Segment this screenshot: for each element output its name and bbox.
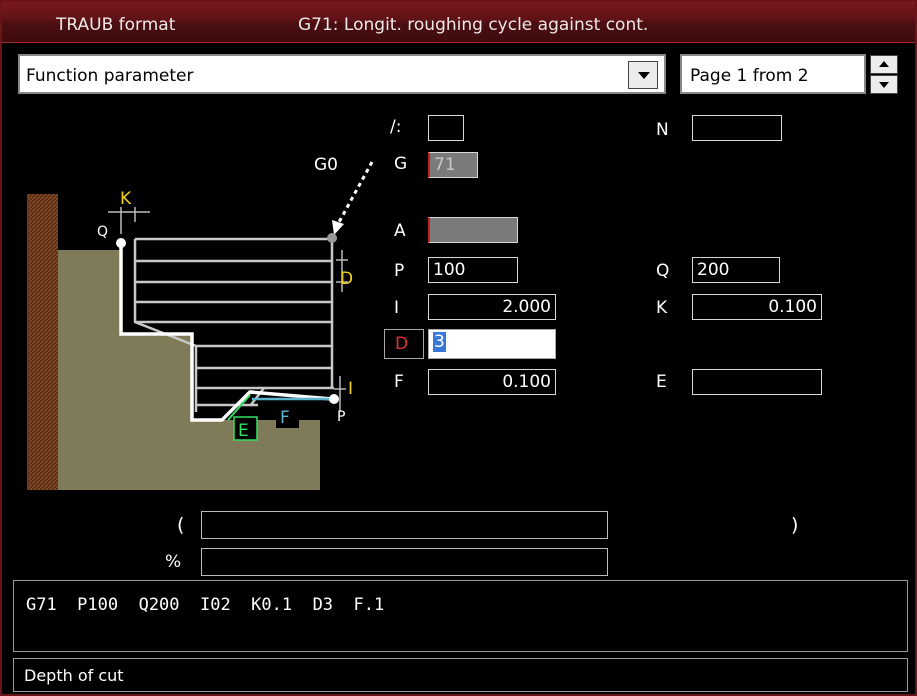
f-field[interactable]: 0.100 (428, 369, 556, 395)
open-paren: ( (177, 514, 185, 536)
label-i: I (394, 298, 400, 318)
label-e: E (656, 372, 667, 392)
label-f: F (280, 408, 290, 428)
i-field[interactable]: 2.000 (428, 294, 556, 320)
label-e: E (238, 421, 249, 441)
status-bar: Depth of cut (13, 658, 908, 692)
n-field[interactable] (692, 115, 782, 141)
cycle-diagram: G0 K Q D I P E F (24, 112, 385, 490)
slash-field[interactable] (428, 115, 464, 141)
start-point (327, 233, 337, 243)
nc-code-text: G71 P100 Q200 I02 K0.1 D3 F.1 (26, 595, 385, 615)
label-q: Q (97, 224, 108, 240)
percent-field[interactable] (201, 548, 608, 576)
label-k: K (120, 189, 132, 209)
nc-code-preview: G71 P100 Q200 I02 K0.1 D3 F.1 (13, 580, 908, 652)
g-field: 71 (428, 152, 478, 178)
close-paren: ) (791, 514, 799, 536)
dropdown-selected-value: Function parameter (26, 66, 194, 86)
label-slash: /: (390, 117, 402, 137)
label-p: P (337, 409, 345, 425)
d-field-value: 3 (433, 332, 446, 352)
label-q: Q (656, 261, 670, 281)
label-d: D (395, 334, 409, 354)
e-field[interactable] (692, 369, 822, 395)
point-q (116, 238, 126, 248)
p-field[interactable]: 100 (428, 257, 518, 283)
percent-label: % (165, 552, 182, 572)
label-p: P (394, 261, 405, 281)
label-f: F (394, 372, 404, 392)
label-d: D (340, 269, 353, 289)
point-p (329, 394, 339, 404)
page-indicator: Page 1 from 2 (680, 54, 866, 94)
status-text: Depth of cut (24, 666, 124, 685)
label-a: A (394, 221, 406, 241)
chuck (27, 194, 58, 490)
label-g0: G0 (314, 155, 338, 175)
q-field[interactable]: 200 (692, 257, 780, 283)
page-down-button[interactable] (870, 75, 898, 94)
page-up-button[interactable] (870, 55, 898, 74)
label-n: N (656, 120, 669, 140)
label-k: K (656, 298, 668, 318)
cycle-window: TRAUB format G71: Longit. roughing cycle… (0, 0, 917, 696)
cycle-title: G71: Longit. roughing cycle against cont… (298, 15, 649, 35)
comment-field[interactable] (201, 511, 608, 539)
format-title: TRAUB format (56, 15, 176, 35)
page-label: Page 1 from 2 (690, 66, 809, 86)
function-parameter-dropdown[interactable]: Function parameter (18, 54, 666, 94)
k-field[interactable]: 0.100 (692, 294, 822, 320)
label-i: I (348, 379, 353, 399)
label-g: G (394, 154, 408, 174)
d-field[interactable]: 3 (428, 329, 556, 359)
a-field[interactable] (428, 217, 518, 243)
dropdown-arrow-button[interactable] (628, 61, 658, 89)
title-bar: TRAUB format G71: Longit. roughing cycle… (2, 2, 915, 43)
d-label-box: D (384, 329, 424, 359)
